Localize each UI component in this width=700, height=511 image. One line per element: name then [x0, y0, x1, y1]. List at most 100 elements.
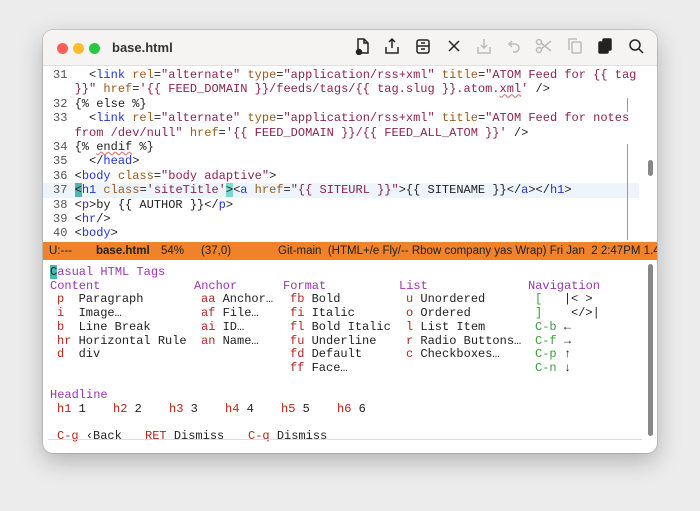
- menu-item[interactable]: C-f →: [535, 334, 571, 349]
- menu-item[interactable]: hr Horizontal Rule: [57, 333, 187, 349]
- code-line: 37 <h1 class='siteTitle'><a href="{{ SIT…: [43, 183, 639, 198]
- close-window-button[interactable]: [57, 43, 68, 54]
- column-heading: Headline: [50, 388, 108, 403]
- menu-item[interactable]: fu Underline: [290, 334, 376, 349]
- menu-item[interactable]: p Paragraph: [57, 293, 143, 307]
- menu-item[interactable]: o Ordered: [406, 306, 471, 321]
- column-heading: Anchor: [194, 278, 238, 293]
- menu-item[interactable]: [ |< >: [535, 293, 593, 307]
- menu-item[interactable]: i Image…: [57, 306, 122, 321]
- inbox-archive-button[interactable]: [413, 38, 433, 58]
- scissors-cut-icon: [535, 37, 553, 60]
- menu-item[interactable]: fd Default: [290, 347, 362, 362]
- menu-item[interactable]: l List Item: [406, 319, 486, 335]
- line-number: 31: [53, 68, 75, 82]
- menu-key: o: [406, 306, 421, 321]
- code-token: '{{ FEED_DOMAIN }}/{{ FEED_ALL_ATOM }}': [225, 125, 507, 140]
- code-token: from /dev/null": [74, 125, 183, 140]
- menu-key: C-g: [57, 429, 86, 444]
- menu-item[interactable]: d div: [57, 347, 100, 362]
- new-file-icon: [353, 37, 371, 60]
- menu-item[interactable]: r Radio Buttons…: [406, 334, 521, 349]
- menu-item[interactable]: h1 1: [57, 402, 86, 417]
- menu-key: fl: [290, 319, 312, 334]
- menu-key: p: [57, 292, 79, 307]
- menu-key: h6: [337, 402, 359, 416]
- menu-key: hr: [57, 333, 79, 348]
- menu-item[interactable]: u Unordered: [406, 293, 485, 307]
- code-token: head: [103, 154, 133, 169]
- code-token: </: [74, 154, 104, 169]
- menu-key: h3: [169, 402, 191, 416]
- menu-item[interactable]: h6 6: [337, 402, 366, 417]
- menu-item[interactable]: RET Dismiss: [145, 430, 224, 444]
- menu-key: C-b: [535, 319, 564, 334]
- code-token: {% else %}: [74, 96, 147, 111]
- menu-key: an: [201, 333, 223, 348]
- minimize-window-button[interactable]: [73, 43, 84, 54]
- menu-item[interactable]: c Checkboxes…: [406, 347, 500, 362]
- code-token: >: [564, 183, 572, 198]
- new-file-button[interactable]: [352, 37, 372, 60]
- close-button[interactable]: [444, 38, 464, 58]
- modeline-state: U:---: [49, 245, 72, 257]
- menu-item[interactable]: C-n ↓: [535, 361, 571, 376]
- menu-item[interactable]: h3 3: [169, 402, 198, 417]
- menu-item[interactable]: ai ID…: [201, 319, 244, 335]
- undo-button[interactable]: [504, 38, 524, 58]
- close-icon: [445, 37, 463, 60]
- menu-item[interactable]: h2 2: [113, 402, 142, 417]
- zoom-window-button[interactable]: [89, 43, 100, 54]
- menu-key: ai: [201, 319, 223, 334]
- share-upload-button[interactable]: [382, 37, 402, 58]
- search-button[interactable]: [626, 38, 646, 58]
- menu-item[interactable]: fi Italic: [290, 306, 355, 321]
- menu-key: [: [535, 292, 564, 307]
- menu-item[interactable]: b Line Break: [57, 320, 151, 335]
- menu-label: ‹Back: [85, 429, 122, 444]
- code-token: type: [240, 111, 277, 126]
- menu-item[interactable]: an Name…: [201, 333, 259, 349]
- line-number: 34: [53, 140, 75, 154]
- code-token: body: [81, 226, 111, 240]
- menu-item[interactable]: aa Anchor…: [201, 293, 273, 307]
- paste-button[interactable]: [595, 37, 615, 58]
- scissors-cut-button[interactable]: [534, 38, 554, 58]
- menu-item[interactable]: h5 5: [281, 402, 310, 417]
- menu-item[interactable]: C-g ‹Back: [57, 430, 122, 444]
- column-list: List: [399, 279, 428, 294]
- code-line: 39 <hr/>: [53, 212, 111, 226]
- code-scrollbar[interactable]: [648, 160, 653, 176]
- menu-item[interactable]: C-b ←: [535, 319, 571, 335]
- menu-item[interactable]: af File…: [201, 306, 259, 321]
- menu-item[interactable]: ff Face…: [290, 361, 348, 376]
- help-scrollbar[interactable]: [648, 264, 653, 436]
- code-token: "body adaptive": [161, 168, 270, 183]
- modeline-percent: 54%: [161, 245, 185, 257]
- menu-item[interactable]: fb Bold: [290, 293, 340, 307]
- code-token: <: [74, 226, 82, 240]
- code-token: title: [434, 68, 478, 82]
- menu-key: fd: [290, 347, 312, 362]
- copy-button[interactable]: [565, 37, 585, 58]
- code-token: >: [269, 168, 277, 183]
- code-line: }}" href='{{ FEED_DOMAIN }}/feeds/tags/{…: [53, 82, 550, 96]
- code-editor[interactable]: 31 <link rel="alternate" type="applicati…: [43, 68, 643, 240]
- code-line: 34 {% endif %}: [53, 140, 154, 154]
- download-tray-button[interactable]: [474, 38, 494, 58]
- column-navigation: Navigation: [528, 279, 600, 294]
- code-token: rel: [125, 111, 154, 126]
- code-token: =: [153, 111, 162, 126]
- menu-label: List Item: [420, 319, 486, 334]
- menu-label: 6: [358, 402, 366, 416]
- menu-item[interactable]: h4 4: [225, 402, 254, 417]
- code-token: link: [96, 68, 126, 82]
- menu-item[interactable]: fl Bold Italic: [290, 319, 391, 335]
- menu-item[interactable]: ] </>|: [535, 306, 600, 321]
- menu-item[interactable]: C-p ↑: [535, 347, 571, 362]
- menu-item[interactable]: C-q Dismiss: [248, 430, 327, 444]
- column-content: Content: [50, 278, 101, 294]
- code-line: 38 <p>by {{ AUTHOR }}</p>: [53, 198, 233, 212]
- menu-label: Horizontal Rule: [78, 333, 187, 348]
- column-heading: Content: [50, 278, 101, 293]
